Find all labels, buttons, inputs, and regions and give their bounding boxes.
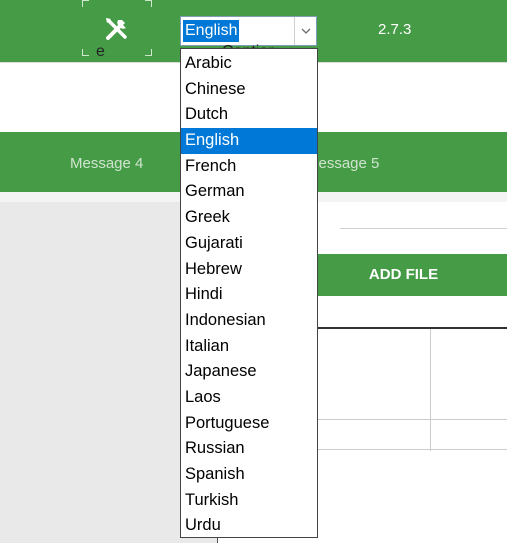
focus-corner xyxy=(145,0,152,7)
language-option[interactable]: Arabic xyxy=(181,51,317,77)
focus-corner xyxy=(145,49,152,56)
language-options: Arabic Chinese Dutch English French German Gre… xyxy=(181,49,317,539)
language-option[interactable]: Portuguese xyxy=(181,411,317,437)
tools-button[interactable] xyxy=(82,0,152,56)
language-option[interactable]: Dutch xyxy=(181,102,317,128)
language-dropdown-list[interactable]: Arabic Chinese Dutch English French German Gre… xyxy=(180,48,318,538)
language-option[interactable]: Laos xyxy=(181,385,317,411)
language-option[interactable]: Italian xyxy=(181,334,317,360)
version-label: 2.7.3 xyxy=(378,21,412,38)
focus-corner xyxy=(82,49,89,56)
language-option[interactable]: Spanish xyxy=(181,462,317,488)
add-file-button[interactable]: ADD FILE xyxy=(300,254,507,296)
language-option[interactable]: Urdu xyxy=(181,513,317,539)
language-select[interactable]: English xyxy=(180,16,317,46)
language-option[interactable]: French xyxy=(181,154,317,180)
column-header-name: e xyxy=(96,43,105,60)
language-option[interactable]: Chinese xyxy=(181,77,317,103)
column-divider xyxy=(430,329,431,451)
language-option[interactable]: Russian xyxy=(181,436,317,462)
language-select-value: English xyxy=(183,20,240,42)
language-option[interactable]: Japanese xyxy=(181,359,317,385)
chevron-down-icon[interactable] xyxy=(294,17,316,45)
tools-icon xyxy=(106,18,127,40)
language-option[interactable]: Gujarati xyxy=(181,231,317,257)
focus-corner xyxy=(82,0,89,7)
divider xyxy=(340,228,507,229)
language-option[interactable]: Turkish xyxy=(181,488,317,514)
tab-message-4[interactable]: Message 4 xyxy=(70,155,143,172)
language-option[interactable]: Hindi xyxy=(181,282,317,308)
language-option[interactable]: Hebrew xyxy=(181,257,317,283)
language-option[interactable]: English xyxy=(181,128,317,154)
language-option[interactable]: Greek xyxy=(181,205,317,231)
language-option[interactable]: German xyxy=(181,179,317,205)
language-option[interactable]: Indonesian xyxy=(181,308,317,334)
